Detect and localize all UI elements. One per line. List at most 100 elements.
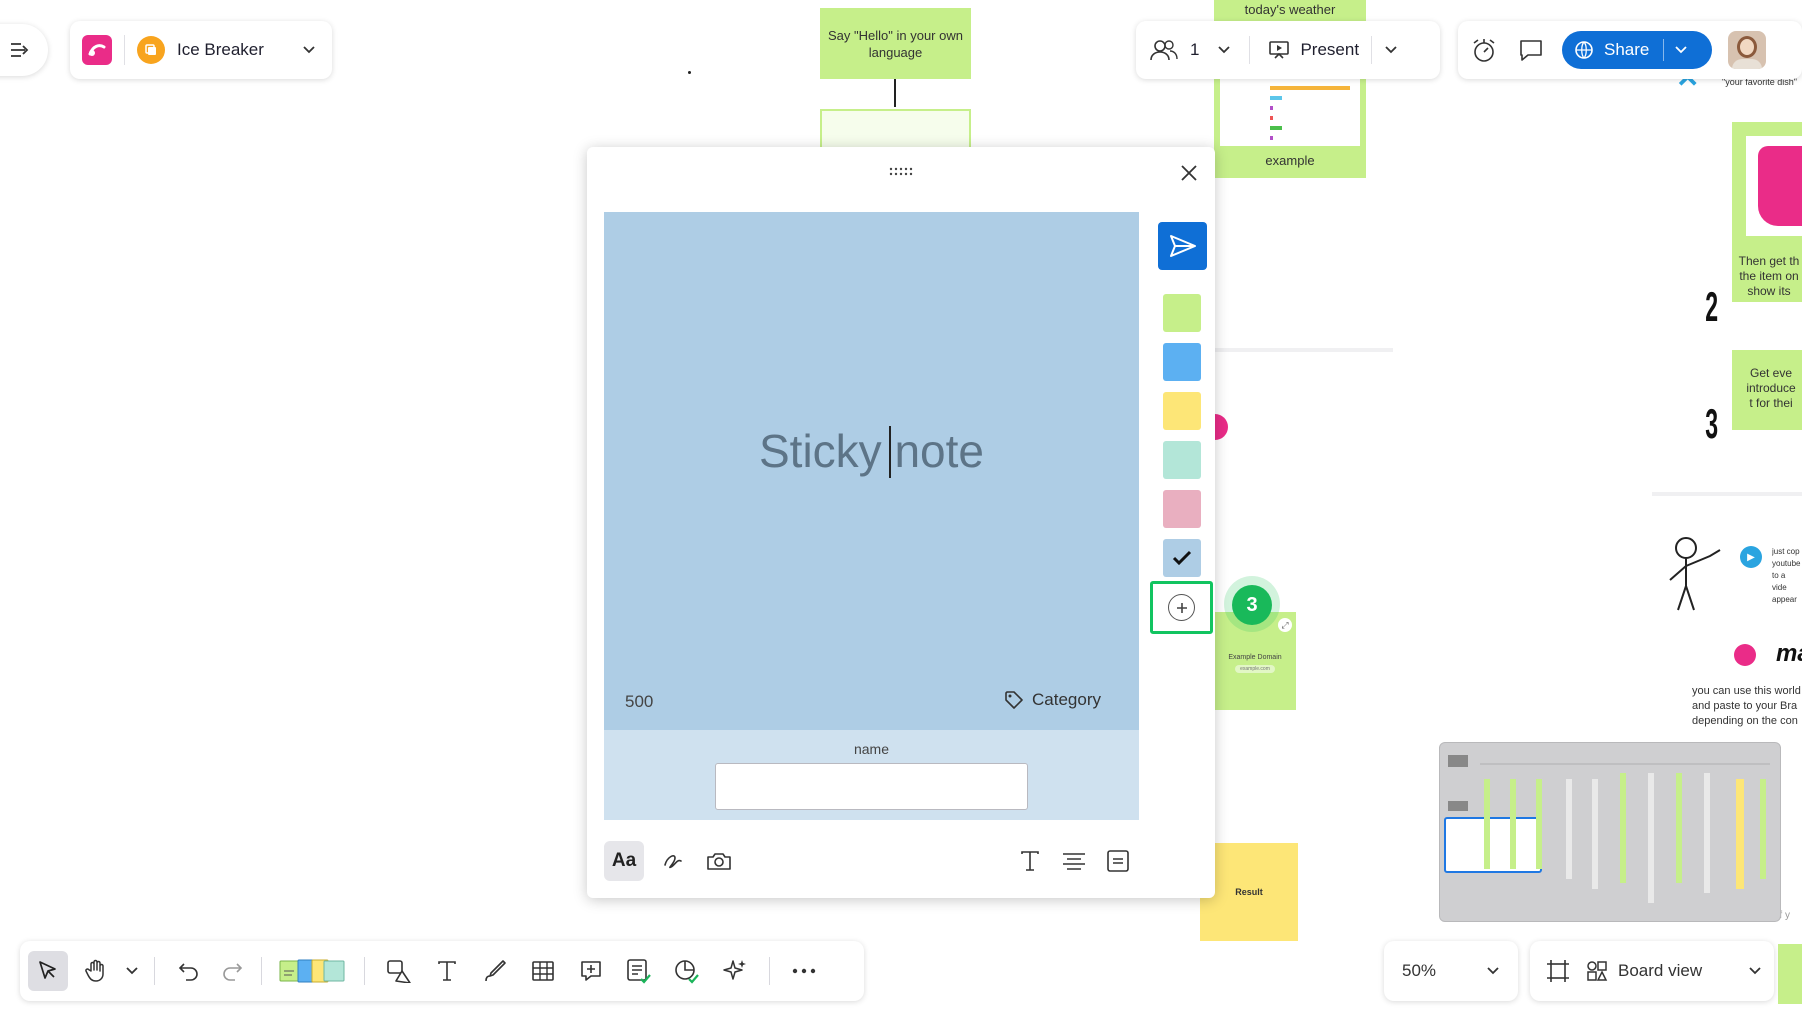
- select-tool-button[interactable]: [28, 951, 68, 991]
- right-green-note: [1778, 944, 1802, 1004]
- present-label: Present: [1300, 40, 1360, 59]
- app-logo-icon[interactable]: [82, 35, 112, 65]
- main-toolbar: [20, 941, 864, 1001]
- step-badge-number: 3: [1246, 593, 1258, 616]
- share-chevron-icon[interactable]: [1674, 45, 1688, 55]
- char-limit: 500: [625, 692, 654, 711]
- connector-line: [894, 79, 896, 107]
- user-avatar[interactable]: [1728, 31, 1766, 69]
- board-title-panel[interactable]: Ice Breaker: [70, 21, 332, 79]
- present-icon: [1268, 40, 1290, 60]
- text-tool-button[interactable]: [427, 951, 467, 991]
- timer-icon[interactable]: [1470, 37, 1498, 63]
- divider: [1208, 348, 1393, 352]
- present-button[interactable]: Present: [1268, 40, 1359, 60]
- voting-tool-button[interactable]: [667, 951, 707, 991]
- color-swatch[interactable]: [1163, 490, 1201, 528]
- sticky-note-text-input[interactable]: Sticky note: [604, 424, 1139, 478]
- actions-panel: Share: [1458, 21, 1802, 79]
- france-map-note[interactable]: Then get th the item on show its: [1732, 122, 1802, 302]
- mini-frame: [820, 109, 971, 149]
- pink-pin-icon: [1734, 644, 1756, 666]
- globe-icon: [1574, 40, 1594, 60]
- share-label: Share: [1604, 40, 1650, 59]
- color-swatch[interactable]: [1163, 294, 1201, 332]
- participants-count: 1: [1190, 40, 1200, 59]
- name-label: name: [853, 741, 890, 757]
- font-style-button[interactable]: Aa: [604, 841, 644, 881]
- hello-sticky-note[interactable]: Say "Hello" in your own language: [820, 8, 971, 79]
- sticky-note-preview[interactable]: Sticky note 500 Category: [604, 212, 1139, 730]
- frame-icon[interactable]: [1542, 959, 1574, 983]
- zoom-level: 50%: [1402, 961, 1437, 980]
- name-field[interactable]: [715, 763, 1028, 810]
- hand-icon: [85, 959, 104, 982]
- board-view-panel: Board view: [1530, 941, 1774, 1001]
- minimap-viewport[interactable]: [1444, 817, 1542, 873]
- sticky-notes-tool-button[interactable]: [276, 951, 350, 991]
- text-size-icon[interactable]: [1010, 841, 1050, 881]
- participants-chevron-icon[interactable]: [1217, 45, 1231, 55]
- participants-icon[interactable]: [1150, 39, 1178, 61]
- comments-icon[interactable]: [1518, 38, 1544, 62]
- pen-tool-button[interactable]: [475, 951, 515, 991]
- color-swatch[interactable]: [1163, 343, 1201, 381]
- ai-tool-button[interactable]: [715, 951, 755, 991]
- cursor-icon: [39, 961, 56, 979]
- present-chevron-icon[interactable]: [1384, 45, 1398, 55]
- task-card-tool-button[interactable]: [619, 951, 659, 991]
- send-icon: [1169, 235, 1196, 257]
- name-footer: name: [604, 730, 1139, 820]
- intro-note[interactable]: Get eve introduce t for thei: [1732, 350, 1802, 430]
- share-button[interactable]: Share: [1562, 31, 1712, 69]
- expand-icon[interactable]: ⤢: [1278, 618, 1292, 632]
- minimap[interactable]: [1439, 742, 1781, 922]
- redo-button[interactable]: [217, 951, 247, 991]
- more-icon: [792, 968, 816, 974]
- zoom-chevron-icon[interactable]: [1486, 966, 1500, 976]
- close-icon[interactable]: [1177, 161, 1201, 185]
- right-text-3: you can use this world and paste to your…: [1692, 685, 1801, 727]
- example-domain-link: example.com: [1240, 666, 1270, 672]
- drag-handle-icon[interactable]: [889, 167, 913, 177]
- weather-note-title: today's weather: [1244, 2, 1336, 17]
- chevron-down-icon[interactable]: [302, 45, 316, 55]
- color-swatch[interactable]: [1163, 392, 1201, 430]
- board-view-icon: [1586, 960, 1608, 982]
- font-style-label: Aa: [611, 850, 637, 871]
- color-swatch[interactable]: [1163, 539, 1201, 577]
- handwriting-icon[interactable]: [653, 841, 693, 881]
- hand-chevron-icon[interactable]: [124, 966, 140, 976]
- color-swatches: [1163, 294, 1203, 588]
- example-domain-title: Example Domain: [1228, 654, 1282, 661]
- zoom-control[interactable]: 50%: [1384, 941, 1518, 1001]
- hand-tool-button[interactable]: [76, 951, 116, 991]
- color-swatch[interactable]: [1163, 441, 1201, 479]
- stick-figure-illustration: [1664, 536, 1732, 612]
- send-button[interactable]: [1158, 222, 1207, 270]
- undo-icon: [178, 963, 198, 981]
- comment-tool-button[interactable]: [571, 951, 611, 991]
- board-name[interactable]: Ice Breaker: [177, 40, 264, 60]
- sticky-notes-icon: [279, 959, 345, 983]
- text-cursor: [889, 426, 891, 478]
- board-view-label: Board view: [1618, 961, 1703, 980]
- check-icon: [1172, 550, 1192, 566]
- board-view-button[interactable]: Board view: [1586, 960, 1702, 982]
- table-icon: [532, 961, 554, 981]
- vertical-align-icon[interactable]: [1098, 841, 1138, 881]
- add-color-button[interactable]: [1150, 581, 1213, 634]
- table-tool-button[interactable]: [523, 951, 563, 991]
- divider: [1652, 492, 1802, 496]
- board-workspace-icon: [137, 36, 165, 64]
- category-button[interactable]: Category: [1004, 690, 1101, 710]
- sticky-note-editor-dialog: Sticky note 500 Category name Aa: [587, 147, 1215, 898]
- text-align-icon[interactable]: [1054, 841, 1094, 881]
- camera-icon[interactable]: [699, 841, 739, 881]
- shapes-tool-button[interactable]: [379, 951, 419, 991]
- board-view-chevron-icon[interactable]: [1748, 966, 1762, 976]
- more-tools-button[interactable]: [784, 951, 824, 991]
- undo-button[interactable]: [169, 951, 209, 991]
- play-icon[interactable]: ▶: [1740, 546, 1762, 568]
- right-text-1: Then get th the item on show its: [1738, 254, 1800, 298]
